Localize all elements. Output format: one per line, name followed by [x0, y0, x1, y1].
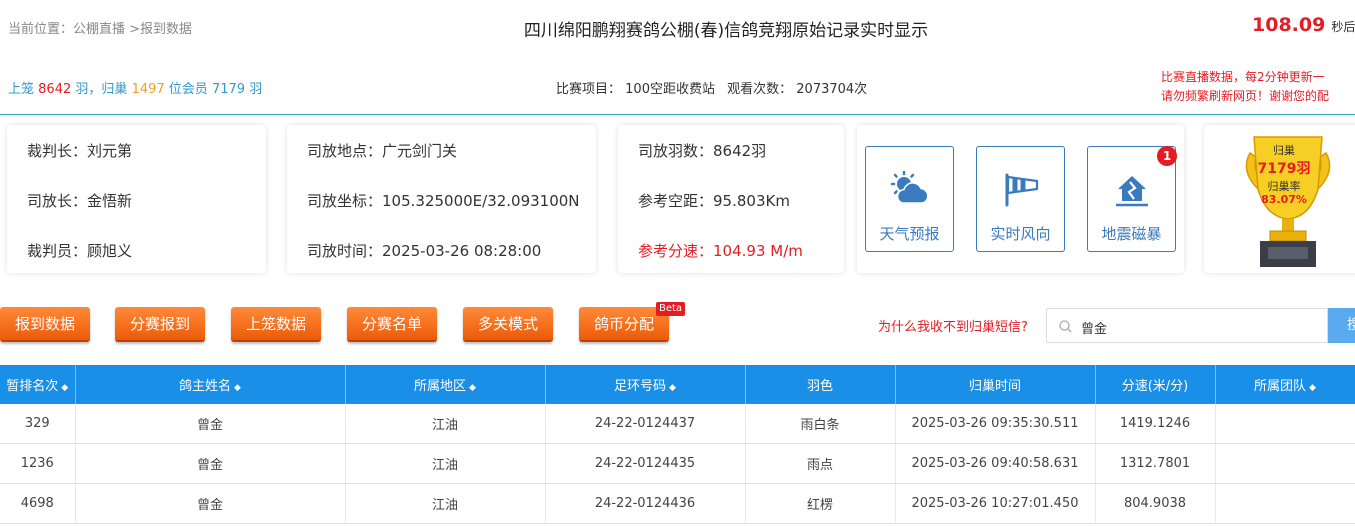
guichao-label: 归巢: [101, 82, 128, 97]
section-list-button[interactable]: 分赛名单: [347, 307, 437, 342]
section-arrival-button[interactable]: 分赛报到: [115, 307, 205, 342]
views-label: 观看次数：: [727, 82, 793, 97]
notification-badge: 1: [1157, 146, 1177, 166]
shanglong-unit: 羽，: [75, 82, 102, 97]
cell-ring: 24-22-0124437: [545, 404, 746, 444]
cell-return-time: 2025-03-26 10:27:01.450: [895, 483, 1096, 524]
weather-forecast-button[interactable]: 天气预报: [865, 146, 954, 252]
trophy-card: 归巢 7179羽 归巢率 83.07%: [1204, 125, 1355, 273]
cell-rank: 4698: [0, 483, 76, 524]
cell-owner: 曾金: [75, 483, 346, 524]
project-label: 比赛项目：: [556, 82, 622, 97]
column-header-region[interactable]: 所属地区 ◆: [345, 365, 546, 404]
earthquake-label: 地震磁暴: [1101, 225, 1162, 243]
refresh-countdown: 108.09 秒后: [1252, 14, 1355, 36]
cell-speed: 1312.7801: [1095, 443, 1216, 484]
table-row: 4698 曾金 江油 24-22-0124436 红楞 2025-03-26 1…: [0, 483, 1355, 524]
table-row: 329 曾金 江油 24-22-0124437 雨白条 2025-03-26 0…: [0, 404, 1355, 444]
search-box: [1046, 308, 1328, 343]
sms-help-link[interactable]: 为什么我收不到归巢短信?: [878, 316, 1028, 335]
cell-team: [1215, 483, 1355, 524]
chief-judge: 裁判长：刘元第: [27, 142, 133, 160]
project-value: 100空距收费站: [625, 82, 715, 97]
search-button[interactable]: 搜: [1328, 308, 1355, 343]
cell-color: 雨白条: [745, 404, 896, 444]
officials-card: 裁判长：刘元第 司放长：金悟新 裁判员：顾旭义: [7, 125, 266, 273]
members-unit: 羽: [249, 82, 263, 97]
release-coords: 司放坐标：105.325000E/32.093100N: [307, 192, 580, 210]
wind-label: 实时风向: [990, 225, 1051, 243]
weather-label: 天气预报: [879, 225, 940, 243]
release-chief: 司放长：金悟新: [27, 192, 133, 210]
cell-ring: 24-22-0124435: [545, 443, 746, 484]
arrival-data-button[interactable]: 报到数据: [0, 307, 90, 342]
shanglong-count: 8642: [38, 82, 72, 97]
trophy-return-label: 归巢: [1273, 144, 1295, 157]
beta-badge: Beta: [656, 302, 686, 316]
earthquake-storm-button[interactable]: 地震磁暴 1: [1087, 146, 1177, 252]
distance-card: 司放羽数：8642羽 参考空距：95.803Km 参考分速：104.93 M/m: [618, 125, 844, 273]
release-time: 司放时间：2025-03-26 08:28:00: [307, 242, 542, 260]
judge: 裁判员：顾旭义: [27, 242, 133, 260]
cell-color: 红楞: [745, 483, 896, 524]
column-header-rank[interactable]: 暂排名次 ◆: [0, 365, 76, 404]
cell-rank: 1236: [0, 443, 76, 484]
race-counts: 上笼 8642 羽，归巢 1497 位会员 7179 羽: [8, 78, 262, 97]
multi-stage-button[interactable]: 多关模式: [463, 307, 553, 342]
shanglong-label: 上笼: [8, 82, 35, 97]
cell-team: [1215, 404, 1355, 444]
cell-return-time: 2025-03-26 09:40:58.631: [895, 443, 1096, 484]
release-location: 司放地点：广元剑门关: [307, 142, 458, 160]
notice-line: 比赛直播数据，每2分钟更新一: [1161, 70, 1325, 84]
cell-region: 江油: [345, 404, 546, 444]
column-header-ring[interactable]: 足环号码 ◆: [545, 365, 746, 404]
cell-region: 江油: [345, 483, 546, 524]
page-title: 四川绵阳鹏翔赛鸽公棚(春)信鸽竞翔原始记录实时显示: [523, 21, 929, 41]
column-header-owner[interactable]: 鸽主姓名 ◆: [75, 365, 346, 404]
sort-icon: ◆: [1309, 383, 1316, 393]
cell-color: 雨点: [745, 443, 896, 484]
trophy-rate-value: 83.07%: [1261, 193, 1307, 206]
guichao-count: 1497: [131, 82, 165, 97]
members-count: 7179: [211, 82, 246, 97]
sort-icon: ◆: [469, 383, 476, 393]
reference-speed: 参考分速：104.93 M/m: [638, 242, 803, 260]
header-divider: [0, 114, 1355, 115]
countdown-unit: 秒后: [1331, 20, 1355, 34]
sort-icon: ◆: [234, 383, 241, 393]
column-header-return-time: 归巢时间: [895, 365, 1096, 404]
column-header-team[interactable]: 所属团队 ◆: [1215, 365, 1355, 404]
cell-owner: 曾金: [75, 443, 346, 484]
table-row: 1236 曾金 江油 24-22-0124435 雨点 2025-03-26 0…: [0, 443, 1355, 484]
cell-return-time: 2025-03-26 09:35:30.511: [895, 404, 1096, 444]
cell-ring: 24-22-0124436: [545, 483, 746, 524]
search-input[interactable]: [1079, 315, 1323, 339]
sort-icon: ◆: [669, 383, 676, 393]
results-table: 暂排名次 ◆ 鸽主姓名 ◆ 所属地区 ◆ 足环号码 ◆ 羽色 归巢时间 分速(米/分) …: [0, 365, 1355, 524]
cell-owner: 曾金: [75, 404, 346, 444]
cell-rank: 329: [0, 404, 76, 444]
cell-speed: 804.9038: [1095, 483, 1216, 524]
column-header-speed: 分速(米/分): [1095, 365, 1216, 404]
countdown-value: 108.09: [1252, 14, 1326, 36]
cell-speed: 1419.1246: [1095, 404, 1216, 444]
tools-card: 天气预报 实时风向 地震磁暴 1: [857, 125, 1184, 273]
sort-icon: ◆: [61, 383, 69, 393]
cell-region: 江油: [345, 443, 546, 484]
wind-direction-button[interactable]: 实时风向: [976, 146, 1065, 252]
release-card: 司放地点：广元剑门关 司放坐标：105.325000E/32.093100N 司…: [287, 125, 596, 273]
trophy-return-count: 7179羽: [1257, 161, 1311, 177]
refresh-notice: 比赛直播数据，每2分钟更新一 请勿频繁刷新网页！谢谢您的配: [1161, 68, 1329, 106]
views-value: 2073704次: [796, 82, 868, 97]
cell-team: [1215, 443, 1355, 484]
basket-data-button[interactable]: 上笼数据: [231, 307, 321, 342]
reference-distance: 参考空距：95.803Km: [638, 192, 790, 210]
trophy-rate-label: 归巢率: [1267, 180, 1301, 193]
release-count: 司放羽数：8642羽: [638, 142, 767, 160]
race-info: 比赛项目： 100空距收费站 观看次数： 2073704次: [556, 78, 867, 97]
members-label: 位会员: [168, 82, 208, 97]
table-header-row: 暂排名次 ◆ 鸽主姓名 ◆ 所属地区 ◆ 足环号码 ◆ 羽色 归巢时间 分速(米/分) …: [0, 365, 1355, 404]
column-header-color: 羽色: [745, 365, 896, 404]
notice-line: 请勿频繁刷新网页！谢谢您的配: [1161, 89, 1330, 103]
